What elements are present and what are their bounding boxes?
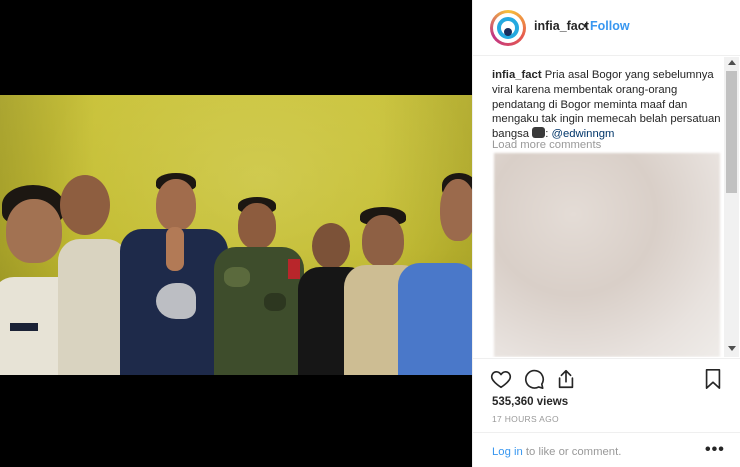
comments-panel[interactable]: infia_fact Pria asal Bogor yang sebelumn… xyxy=(473,57,740,357)
post-caption: infia_fact Pria asal Bogor yang sebelumn… xyxy=(492,68,728,142)
view-count: 535,360 views xyxy=(492,396,569,408)
post-header: infia_fact • Follow xyxy=(473,0,740,56)
load-more-comments[interactable]: Load more comments xyxy=(492,139,601,151)
scroll-up-arrow-icon[interactable] xyxy=(728,60,736,65)
scroll-down-arrow-icon[interactable] xyxy=(728,346,736,351)
login-footer: Log in to like or comment. ••• xyxy=(473,432,740,467)
blurred-comments-image xyxy=(494,153,720,357)
post-sidebar: infia_fact • Follow infia_fact Pria asal… xyxy=(472,0,740,467)
action-bar xyxy=(473,358,740,398)
person-soldier xyxy=(214,197,306,375)
bookmark-icon[interactable] xyxy=(702,368,724,390)
username-link[interactable]: infia_fact xyxy=(534,19,589,33)
comment-icon[interactable] xyxy=(523,368,545,390)
share-icon[interactable] xyxy=(555,368,577,390)
post-media[interactable] xyxy=(0,0,472,467)
login-prompt: Log in to like or comment. xyxy=(492,446,621,458)
heart-icon[interactable] xyxy=(490,368,512,390)
caption-username[interactable]: infia_fact xyxy=(492,69,542,81)
comments-scrollbar[interactable] xyxy=(724,57,739,357)
avatar[interactable] xyxy=(490,10,526,46)
emoji-icon xyxy=(532,127,546,139)
login-prompt-text: to like or comment. xyxy=(525,446,622,458)
scroll-thumb[interactable] xyxy=(726,71,737,193)
separator-dot: • xyxy=(583,19,588,33)
video-frame[interactable] xyxy=(0,95,472,375)
more-options-icon[interactable]: ••• xyxy=(705,441,725,459)
login-link[interactable]: Log in xyxy=(492,446,523,458)
person-blue-shirt xyxy=(398,173,472,375)
post-timestamp[interactable]: 17 HOURS AGO xyxy=(492,414,559,424)
follow-button[interactable]: Follow xyxy=(590,19,630,33)
